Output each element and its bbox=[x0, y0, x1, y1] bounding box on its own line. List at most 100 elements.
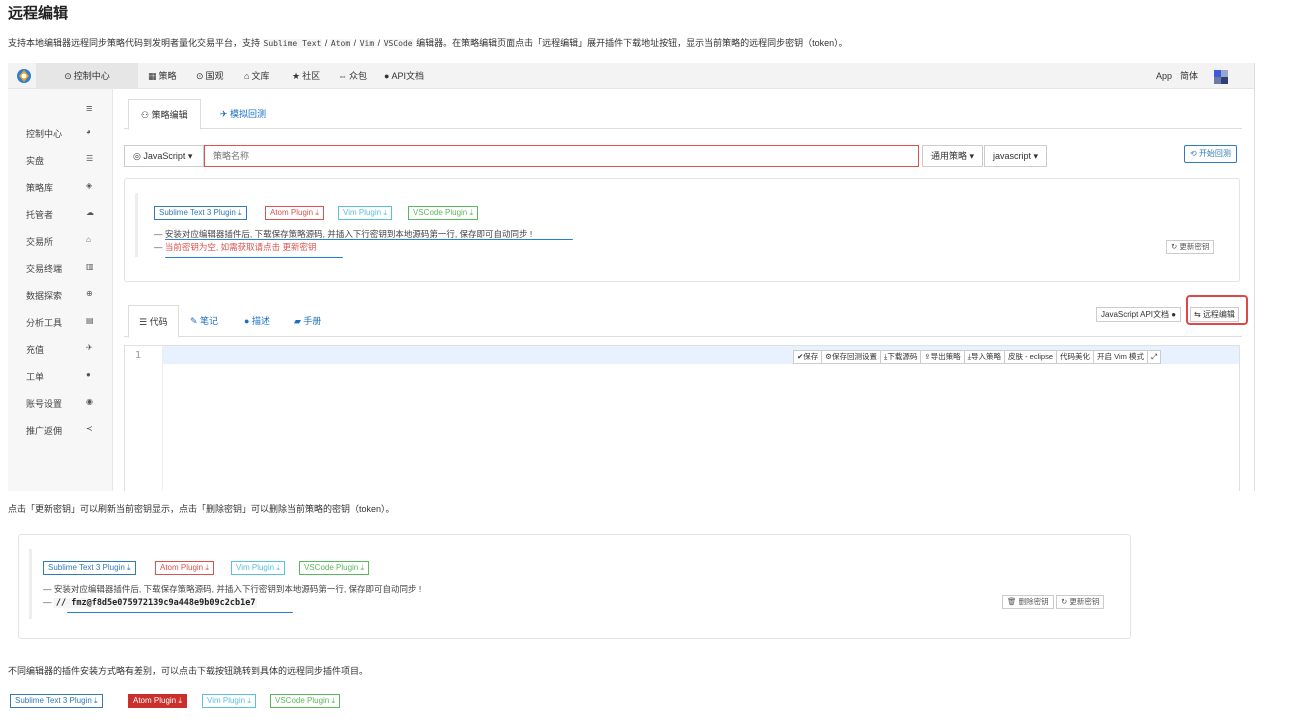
sidebar-item-referral[interactable]: 推广返佣 ≺ bbox=[26, 424, 106, 444]
api-docs-button[interactable]: JavaScript API文档 ● bbox=[1096, 307, 1182, 322]
import-strategy-button[interactable]: ⤓导入策略 bbox=[963, 350, 1005, 364]
nav-strategy[interactable]: ▦ 策略 bbox=[148, 63, 177, 89]
star-icon: ★ bbox=[292, 71, 301, 81]
nav-guoguan[interactable]: ⊙ 国观 bbox=[196, 63, 224, 89]
logo-icon[interactable] bbox=[16, 68, 32, 84]
tab-backtest[interactable]: ✈ 模拟回测 bbox=[208, 99, 278, 129]
doc-para-plugins: 不同编辑器的插件安装方式略有差别，可以点击下载按钮跳转到具体的远程同步插件项目。 bbox=[8, 666, 369, 676]
refresh-key-button[interactable]: ↻ 更新密钥 bbox=[1166, 240, 1215, 254]
token-underline bbox=[67, 612, 293, 613]
clock-icon: ⊙ bbox=[64, 71, 72, 81]
save-button[interactable]: ✔保存 bbox=[793, 350, 823, 364]
sidebar-item-exchange[interactable]: 交易所 ⌂ bbox=[26, 235, 106, 255]
download-icon: ⤓ bbox=[205, 563, 209, 572]
tab-notes[interactable]: ✎ 笔记 bbox=[180, 305, 228, 337]
skin-button[interactable]: 皮肤 - eclipse bbox=[1003, 350, 1057, 364]
language-dropdown[interactable]: ◎ JavaScript ▾ bbox=[124, 145, 204, 167]
tab-manual[interactable]: ▰ 手册 bbox=[284, 305, 331, 337]
atom-plugin-button[interactable]: Atom Plugin ⤓ bbox=[155, 561, 214, 575]
vscode-plugin-button[interactable]: VSCode Plugin ⤓ bbox=[270, 694, 341, 708]
remote-edit-panel: Sublime Text 3 Plugin ⤓ Atom Plugin ⤓ Vi… bbox=[124, 178, 1240, 282]
token-value[interactable]: // fmz@f8d5e075972139c9a448e9b09c2cb1e7 bbox=[53, 598, 258, 608]
start-backtest-button[interactable]: ⟲ 开始回测 bbox=[1184, 145, 1237, 163]
edit-icon: ✎ bbox=[190, 316, 201, 326]
tab-description[interactable]: ● 描述 bbox=[234, 305, 280, 337]
nav-control-center[interactable]: ⊙ 控制中心 bbox=[36, 63, 138, 89]
nav-api-docs[interactable]: ● API文档 bbox=[384, 63, 424, 89]
trash-icon: 🗑 bbox=[1007, 597, 1019, 606]
sidebar-item-terminal[interactable]: 交易终端 ▥ bbox=[26, 262, 106, 282]
avatar[interactable] bbox=[1214, 70, 1228, 84]
strategy-type-dropdown[interactable]: 通用策略 ▾ bbox=[922, 145, 984, 167]
sublime-plugin-button[interactable]: Sublime Text 3 Plugin ⤓ bbox=[10, 694, 103, 708]
intro-sep: / bbox=[353, 38, 357, 48]
strategy-name-input[interactable] bbox=[204, 145, 919, 167]
intro-code-vim: Vim bbox=[358, 39, 376, 48]
sidebar-item-ticket[interactable]: 工单 ● bbox=[26, 370, 106, 390]
remote-edit-button[interactable]: ⇆ 远程编辑 bbox=[1190, 307, 1239, 322]
doc-title: 远程编辑 bbox=[8, 5, 69, 22]
sidebar-item-recharge[interactable]: 充值 ✈ bbox=[26, 343, 106, 363]
book-icon: ▰ bbox=[294, 316, 304, 326]
tab-strategy-edit[interactable]: ⚇ 策略编辑 bbox=[128, 99, 201, 130]
nav-app[interactable]: App bbox=[1156, 63, 1172, 89]
syntax-dropdown[interactable]: javascript ▾ bbox=[984, 145, 1048, 167]
download-icon: ⤓ bbox=[238, 208, 242, 217]
sublime-plugin-button[interactable]: Sublime Text 3 Plugin ⤓ bbox=[154, 206, 247, 220]
info-icon: ● bbox=[384, 71, 390, 81]
dashboard-icon: ◕ bbox=[86, 127, 91, 136]
doc-para-refresh: 点击「更新密钥」可以刷新当前密钥显示，点击「删除密钥」可以删除当前策略的密钥（t… bbox=[8, 504, 395, 514]
sidebar-item-control[interactable]: 控制中心 ◕ bbox=[26, 127, 106, 147]
intro-code-sublime: Sublime Text bbox=[262, 39, 323, 48]
code-fork-icon: ⇆ bbox=[1194, 310, 1203, 319]
hint-underline bbox=[165, 239, 573, 240]
beautify-button[interactable]: 代码美化 bbox=[1056, 350, 1094, 364]
sidebar-item-strategy-lib[interactable]: 策略库 ◈ bbox=[26, 181, 106, 201]
atom-plugin-button[interactable]: Atom Plugin ⤓ bbox=[128, 694, 187, 708]
delete-key-button[interactable]: 🗑 删除密钥 bbox=[1002, 595, 1054, 609]
download-icon: ⤓ bbox=[94, 696, 98, 705]
menu-icon[interactable]: ≡ bbox=[86, 103, 92, 115]
handshake-icon: ⇔ bbox=[338, 71, 347, 81]
sublime-plugin-button[interactable]: Sublime Text 3 Plugin ⤓ bbox=[43, 561, 136, 575]
plugin-hint: — 安装对应编辑器插件后, 下载保存策略源码, 并插入下行密钥到本地源码第一行,… bbox=[43, 584, 422, 594]
vscode-plugin-button[interactable]: VSCode Plugin ⤓ bbox=[408, 206, 479, 220]
download-icon: ⤓ bbox=[178, 696, 182, 705]
sidebar-item-account[interactable]: 账号设置 ◉ bbox=[26, 397, 106, 417]
vscode-plugin-button[interactable]: VSCode Plugin ⤓ bbox=[299, 561, 370, 575]
vim-plugin-button[interactable]: Vim Plugin ⤓ bbox=[202, 694, 256, 708]
intro-sep: / bbox=[377, 38, 381, 48]
code-icon: ⚇ bbox=[141, 110, 152, 120]
download-icon: ⤓ bbox=[315, 208, 319, 217]
atom-plugin-button[interactable]: Atom Plugin ⤓ bbox=[265, 206, 324, 220]
sidebar-item-live[interactable]: 实盘 ☰ bbox=[26, 154, 106, 174]
vim-plugin-button[interactable]: Vim Plugin ⤓ bbox=[231, 561, 285, 575]
info-icon: ● bbox=[1171, 310, 1177, 319]
fullscreen-icon[interactable]: ⤢ bbox=[1146, 350, 1161, 364]
circle-icon: ⊙ bbox=[196, 71, 204, 81]
bank-icon: ⌂ bbox=[86, 235, 91, 244]
history-icon: ⟲ bbox=[1190, 149, 1199, 158]
tab-code[interactable]: ☰ 代码 bbox=[128, 305, 179, 338]
save-backtest-settings-button[interactable]: ⚙保存回测设置 bbox=[821, 350, 882, 364]
intro-sep: / bbox=[324, 38, 328, 48]
intro-code-atom: Atom bbox=[329, 39, 352, 48]
vim-plugin-button[interactable]: Vim Plugin ⤓ bbox=[338, 206, 392, 220]
refresh-key-button[interactable]: ↻ 更新密钥 bbox=[1056, 595, 1105, 609]
editor-tabs: ⚇ 策略编辑 ✈ 模拟回测 bbox=[124, 99, 1242, 130]
nav-library[interactable]: ⌂ 文库 bbox=[244, 63, 269, 89]
calculator-icon: ▤ bbox=[86, 316, 94, 325]
doc-intro: 支持本地编辑器远程同步策略代码到发明者量化交易平台，支持 Sublime Tex… bbox=[8, 36, 848, 49]
code-editor[interactable]: 1 ✔保存 ⚙保存回测设置 ⤓下载源码 ⇪导出策略 ⤓导入策略 皮肤 - eclipse 代… bbox=[124, 345, 1240, 491]
editor-gutter: 1 bbox=[125, 346, 163, 491]
sidebar-item-host[interactable]: 托管者 ☁ bbox=[26, 208, 106, 228]
nav-community[interactable]: ★ 社区 bbox=[292, 63, 320, 89]
download-source-button[interactable]: ⤓下载源码 bbox=[880, 350, 922, 364]
nav-crowdsource[interactable]: ⇔ 众包 bbox=[338, 63, 367, 89]
sidebar-item-data-explore[interactable]: 数据探索 ⊕ bbox=[26, 289, 106, 309]
nav-language[interactable]: 简体 bbox=[1180, 63, 1198, 89]
export-strategy-button[interactable]: ⇪导出策略 bbox=[920, 350, 965, 364]
sidebar-item-analysis[interactable]: 分析工具 ▤ bbox=[26, 316, 106, 336]
vim-mode-button[interactable]: 开启 Vim 模式 bbox=[1093, 350, 1148, 364]
info-icon: ● bbox=[244, 316, 252, 326]
